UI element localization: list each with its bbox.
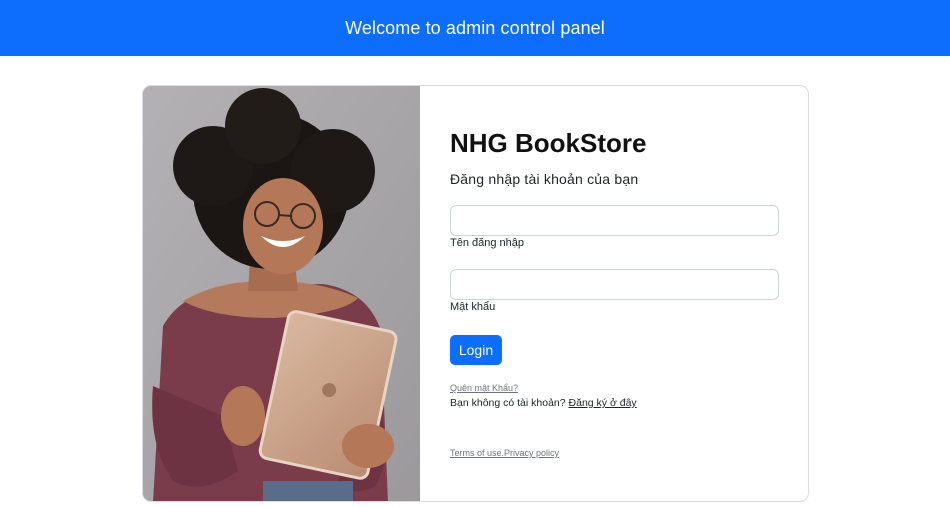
legal-links: Terms of use.Privacy policy: [450, 448, 559, 458]
register-link[interactable]: Đăng ký ở đây: [569, 397, 637, 409]
hero-photo: [143, 86, 420, 501]
terms-of-use-link[interactable]: Terms of use.: [450, 448, 504, 458]
password-label: Mật khẩu: [450, 301, 496, 313]
username-input[interactable]: [450, 205, 779, 236]
forgot-password-link[interactable]: Quên mật Khẩu?: [450, 383, 518, 393]
login-subtitle: Đăng nhập tài khoản của bạn: [450, 171, 639, 187]
woman-with-tablet-illustration: [143, 86, 420, 501]
privacy-policy-link[interactable]: Privacy policy: [504, 448, 559, 458]
password-input[interactable]: [450, 269, 779, 300]
username-label: Tên đăng nhập: [450, 237, 525, 249]
register-line: Bạn không có tài khoản? Đăng ký ở đây: [450, 397, 637, 409]
top-header: Welcome to admin control panel: [0, 0, 950, 56]
register-prompt: Bạn không có tài khoản?: [450, 397, 566, 409]
login-card: NHG BookStore Đăng nhập tài khoản của bạ…: [142, 85, 809, 502]
login-button[interactable]: Login: [450, 335, 502, 365]
brand-title: NHG BookStore: [450, 128, 647, 158]
header-title: Welcome to admin control panel: [345, 17, 605, 38]
